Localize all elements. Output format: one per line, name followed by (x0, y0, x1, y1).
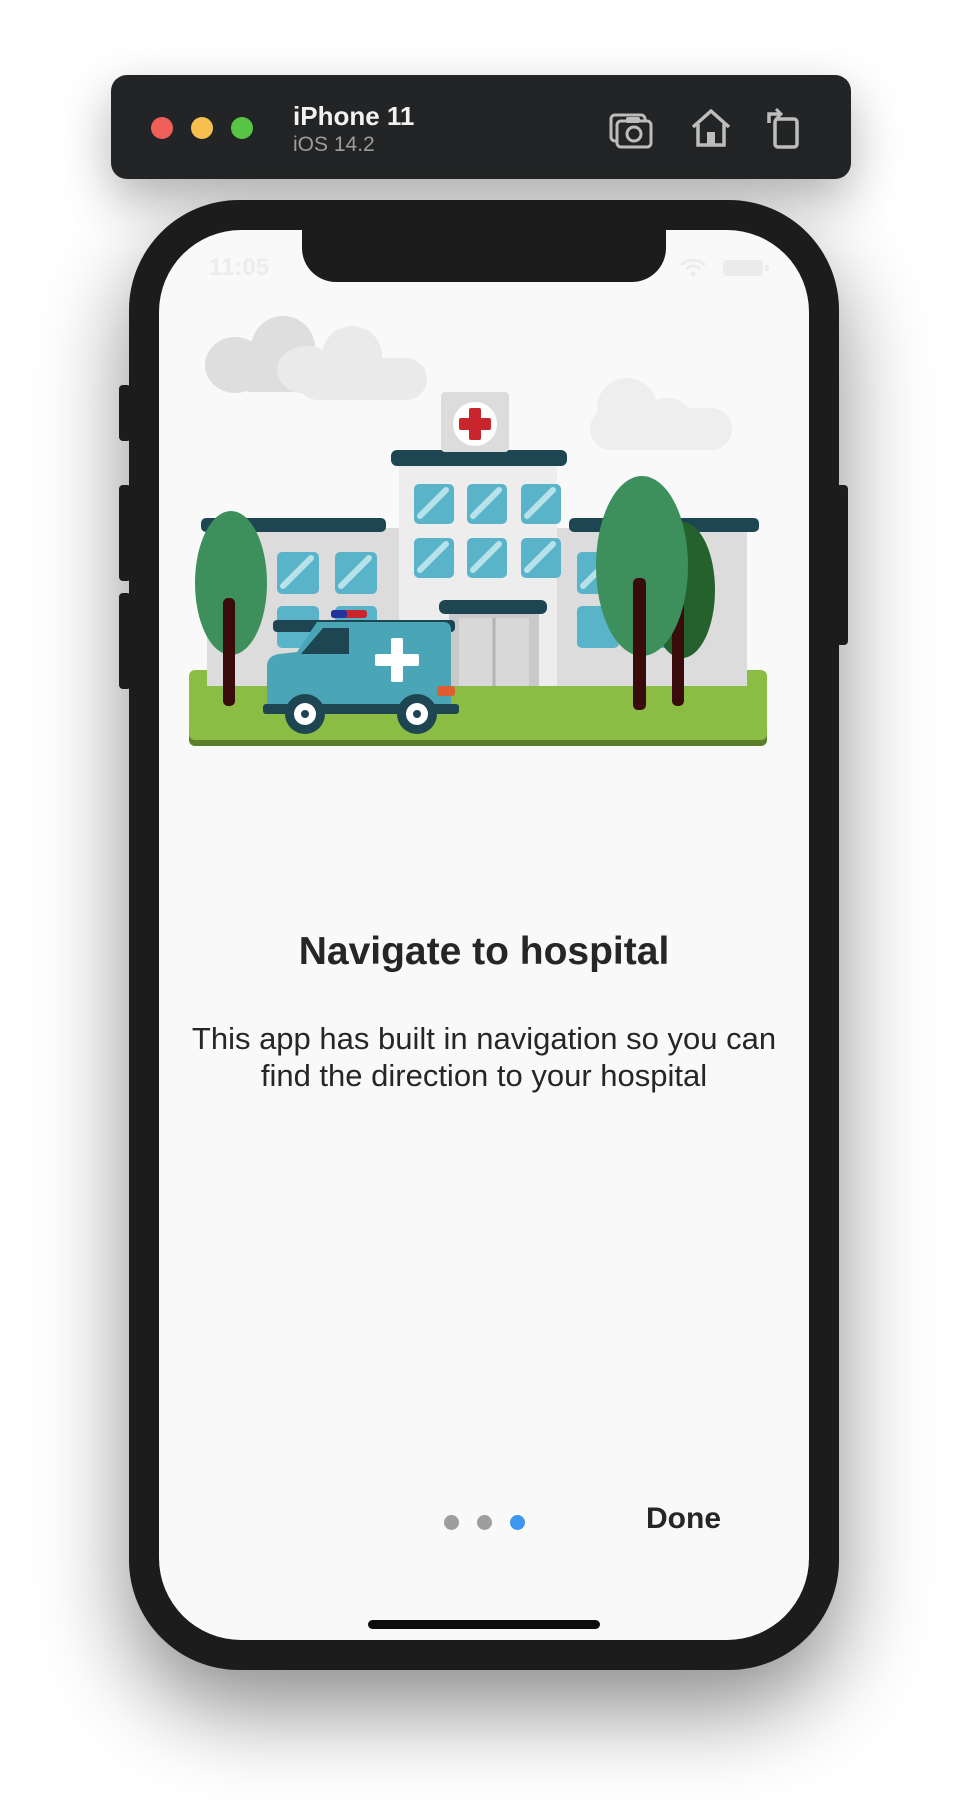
volume-down-button (119, 593, 131, 689)
onboarding-description: This app has built in navigation so you … (191, 1021, 777, 1093)
simulator-toolbar: iPhone 11 iOS 14.2 (111, 75, 851, 179)
hospital-illustration (189, 316, 767, 746)
page-indicator[interactable] (444, 1515, 525, 1531)
screenshot-button[interactable] (607, 105, 655, 151)
power-button (836, 485, 848, 645)
wifi-icon (680, 258, 706, 277)
close-window-button[interactable] (151, 117, 173, 139)
home-icon (691, 109, 731, 147)
page-dot-2[interactable] (477, 1515, 492, 1530)
onboarding-title: Navigate to hospital (298, 930, 670, 973)
volume-up-button (119, 485, 131, 581)
battery-icon (723, 260, 769, 276)
status-time: 11:05 (209, 254, 270, 281)
app-screen: 11:05 Navigate to hospital This app has … (159, 230, 809, 1640)
minimize-window-button[interactable] (191, 117, 213, 139)
rotate-button[interactable] (761, 105, 809, 151)
screenshot-icon (609, 113, 653, 149)
page-dot-1[interactable] (444, 1515, 459, 1530)
cloud-icon (590, 378, 732, 450)
zoom-window-button[interactable] (231, 117, 253, 139)
rotate-icon (767, 107, 799, 149)
os-version: iOS 14.2 (293, 133, 375, 156)
status-icons (680, 258, 769, 277)
home-indicator[interactable] (368, 1620, 600, 1629)
notch (302, 230, 666, 282)
silent-switch (119, 385, 131, 441)
done-button[interactable]: Done (646, 1502, 721, 1536)
home-button[interactable] (687, 105, 735, 151)
page-dot-3-active[interactable] (510, 1515, 525, 1530)
device-name: iPhone 11 (293, 101, 415, 131)
